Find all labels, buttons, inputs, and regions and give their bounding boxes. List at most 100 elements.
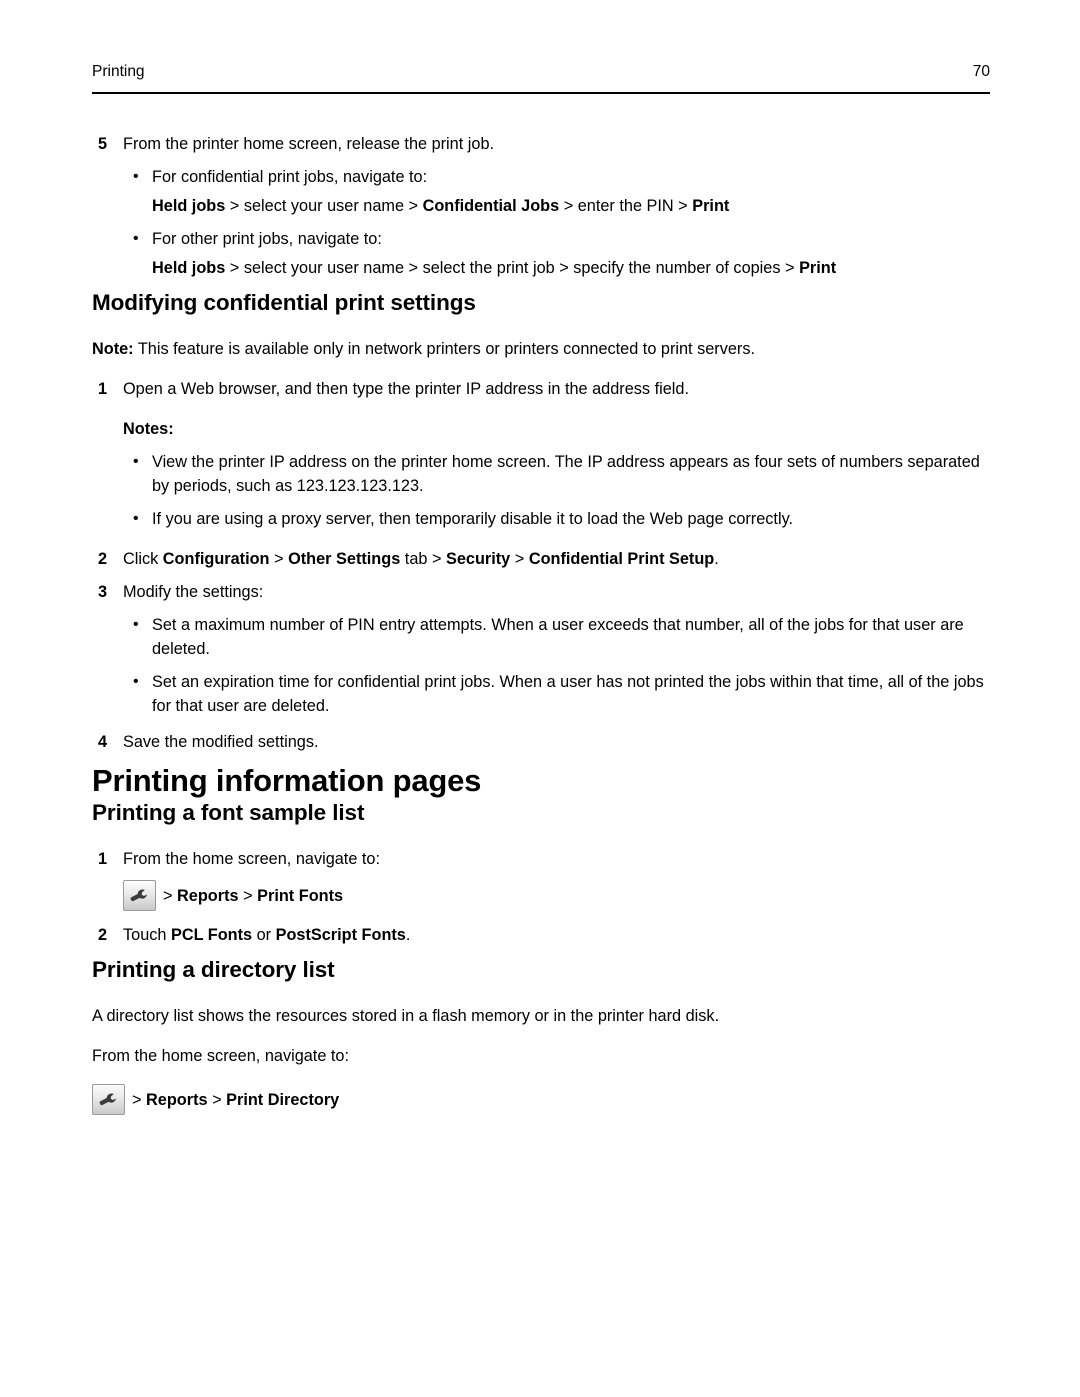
bullet-dot-icon: •	[133, 673, 139, 690]
step-number: 2	[98, 926, 108, 944]
emphasis-text: Reports	[177, 886, 239, 905]
plain-text: >	[238, 886, 258, 905]
note-paragraph: Note: This feature is available only in …	[92, 337, 998, 361]
emphasis-text: Print	[692, 197, 730, 215]
document-page: Printing 70 5 From the printer home scre…	[0, 0, 1080, 1397]
header-page-number: 70	[972, 63, 990, 80]
modifying-settings-steps-continued: 2 Click Configuration > Other Settings t…	[92, 547, 998, 754]
bullet-text: If you are using a proxy server, then te…	[152, 510, 794, 528]
wrench-settings-icon[interactable]	[92, 1084, 125, 1115]
step-number: 4	[98, 733, 108, 751]
heading-printing-a-font-sample-list: Printing a font sample list	[92, 800, 365, 825]
emphasis-text: Configuration	[162, 550, 270, 568]
bullet-item: • If you are using a proxy server, then …	[123, 507, 998, 531]
navigation-path-text: > Reports > Print Fonts	[163, 884, 343, 908]
step-number: 5	[98, 135, 108, 153]
step-number: 1	[98, 380, 108, 398]
step-number: 3	[98, 583, 108, 601]
emphasis-text: PostScript Fonts	[275, 926, 406, 944]
note-text: This feature is available only in networ…	[133, 340, 755, 358]
plain-text: >	[207, 1090, 227, 1109]
plain-text: or	[252, 926, 276, 944]
directory-description: A directory list shows the resources sto…	[92, 1007, 720, 1025]
bullet-dot-icon: •	[133, 168, 139, 185]
modifying-settings-steps: 1 Open a Web browser, and then type the …	[92, 377, 998, 401]
step-text: From the printer home screen, release th…	[123, 135, 495, 153]
plain-text: > select your user name > select the pri…	[225, 259, 800, 277]
bullet-item: • View the printer IP address on the pri…	[123, 450, 998, 498]
emphasis-text: Print	[799, 259, 837, 277]
navigation-path: Held jobs > select your user name > Conf…	[152, 194, 998, 218]
step-5: 5 From the printer home screen, release …	[92, 132, 998, 280]
step-text: Touch PCL Fonts or PostScript Fonts.	[123, 926, 410, 944]
navigation-path-font-fonts: > Reports > Print Fonts	[123, 880, 998, 911]
emphasis-text: Confidential Print Setup	[528, 550, 715, 568]
emphasis-text: Reports	[146, 1090, 208, 1109]
step-number: 1	[98, 850, 108, 868]
bullet-dot-icon: •	[133, 510, 139, 527]
plain-text: >	[510, 550, 529, 568]
step-3-bullets: • Set a maximum number of PIN entry atte…	[123, 613, 998, 718]
step-3: 3 Modify the settings: • Set a maximum n…	[92, 580, 998, 718]
bullet-item: • For confidential print jobs, navigate …	[123, 165, 998, 218]
release-print-job-steps: 5 From the printer home screen, release …	[92, 132, 998, 280]
step-text: Save the modified settings.	[123, 733, 319, 751]
bullet-text: For confidential print jobs, navigate to…	[152, 168, 428, 186]
emphasis-text: Held jobs	[152, 259, 226, 277]
directory-navigate-intro: From the home screen, navigate to:	[92, 1047, 350, 1065]
emphasis-text: Held jobs	[152, 197, 226, 215]
plain-text: >	[163, 886, 178, 905]
step-2: 2 Touch PCL Fonts or PostScript Fonts.	[92, 923, 998, 947]
plain-text: Click	[123, 550, 163, 568]
note-label: Note:	[92, 340, 134, 358]
bullet-text: Set an expiration time for confidential …	[152, 673, 984, 715]
plain-text: Touch	[123, 926, 171, 944]
heading-modifying-confidential-print-settings: Modifying confidential print settings	[92, 290, 476, 315]
bullet-item: • Set a maximum number of PIN entry atte…	[123, 613, 998, 661]
font-sample-steps: 1 From the home screen, navigate to: > R…	[92, 847, 998, 947]
bullet-text: Set a maximum number of PIN entry attemp…	[152, 616, 964, 658]
step-1: 1 From the home screen, navigate to: > R…	[92, 847, 998, 911]
header-divider	[92, 92, 990, 95]
plain-text: >	[132, 1090, 147, 1109]
page-header: Printing 70	[92, 62, 990, 82]
step-number: 2	[98, 550, 108, 568]
wrench-settings-icon[interactable]	[123, 880, 156, 911]
navigation-path: Held jobs > select your user name > sele…	[152, 256, 998, 280]
plain-text: .	[714, 550, 719, 568]
notes-bullets: • View the printer IP address on the pri…	[123, 450, 998, 531]
bullet-text: View the printer IP address on the print…	[152, 453, 980, 495]
step-text: Open a Web browser, and then type the pr…	[123, 380, 689, 398]
header-section-title: Printing	[92, 63, 145, 80]
bullet-item: • For other print jobs, navigate to: Hel…	[123, 227, 998, 280]
plain-text: .	[405, 926, 411, 944]
step-5-bullets: • For confidential print jobs, navigate …	[123, 165, 998, 280]
emphasis-text: Print Directory	[226, 1090, 340, 1109]
emphasis-text: Print Fonts	[257, 886, 344, 905]
heading-printing-a-directory-list: Printing a directory list	[92, 957, 335, 982]
bullet-dot-icon: •	[133, 230, 139, 247]
plain-text: > select your user name >	[225, 197, 423, 215]
step-2: 2 Click Configuration > Other Settings t…	[92, 547, 998, 571]
navigation-path-print-directory: > Reports > Print Directory	[92, 1084, 998, 1115]
step-text: Click Configuration > Other Settings tab…	[123, 550, 719, 568]
emphasis-text: Security	[445, 550, 511, 568]
bullet-dot-icon: •	[133, 453, 139, 470]
step-text: Modify the settings:	[123, 583, 264, 601]
plain-text: > enter the PIN >	[559, 197, 693, 215]
bullet-text: For other print jobs, navigate to:	[152, 230, 382, 248]
notes-label: Notes:	[123, 420, 174, 438]
bullet-dot-icon: •	[133, 616, 139, 633]
plain-text: tab >	[400, 550, 446, 568]
heading-printing-information-pages: Printing information pages	[92, 763, 482, 798]
bullet-item: • Set an expiration time for confidentia…	[123, 670, 998, 718]
step-text: From the home screen, navigate to:	[123, 850, 381, 868]
emphasis-text: PCL Fonts	[170, 926, 253, 944]
navigation-path-text: > Reports > Print Directory	[132, 1088, 339, 1112]
plain-text: >	[269, 550, 289, 568]
step-4: 4 Save the modified settings.	[92, 730, 998, 754]
page-content: 5 From the printer home screen, release …	[92, 132, 998, 1115]
emphasis-text: Confidential Jobs	[422, 197, 560, 215]
emphasis-text: Other Settings	[288, 550, 401, 568]
step-1: 1 Open a Web browser, and then type the …	[92, 377, 998, 401]
